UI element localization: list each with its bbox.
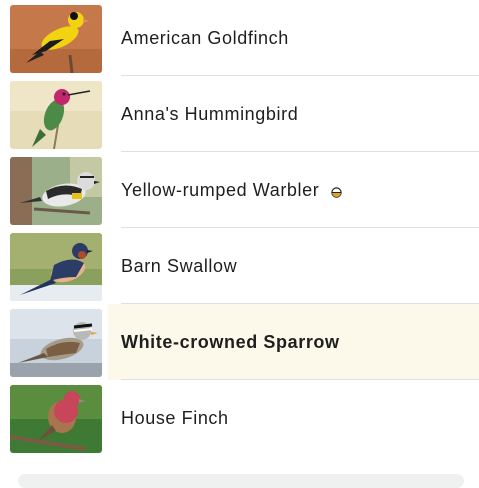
list-item[interactable]: Yellow-rumped Warbler (0, 152, 479, 228)
bottom-bar[interactable] (18, 474, 464, 488)
bird-name: American Goldfinch (121, 27, 289, 48)
list-item-content: White-crowned Sparrow (108, 304, 479, 380)
list-item-content: Anna's Hummingbird (108, 76, 479, 152)
bird-name: Yellow-rumped Warbler (121, 179, 320, 200)
list-item[interactable]: House Finch (0, 380, 479, 456)
list-item[interactable]: Barn Swallow (0, 228, 479, 304)
list-item-content: American Goldfinch (108, 0, 479, 76)
bird-name: White-crowned Sparrow (121, 331, 340, 352)
bird-name: Barn Swallow (121, 255, 238, 276)
house-finch-photo (10, 385, 102, 453)
annas-hummingbird-photo (10, 81, 102, 149)
half-circle-icon (331, 185, 343, 198)
list-item-selected[interactable]: White-crowned Sparrow (0, 304, 479, 380)
list-item-content: Barn Swallow (108, 228, 479, 304)
bird-name: Anna's Hummingbird (121, 103, 299, 124)
list-item-content: Yellow-rumped Warbler (108, 152, 479, 228)
white-crowned-sparrow-photo (10, 309, 102, 377)
bird-name: House Finch (121, 407, 229, 428)
barn-swallow-photo (10, 233, 102, 301)
american-goldfinch-photo (10, 5, 102, 73)
list-item[interactable]: Anna's Hummingbird (0, 76, 479, 152)
bird-list: American Goldfinch Anna's Hummingbird Ye… (0, 0, 479, 456)
list-item[interactable]: American Goldfinch (0, 0, 479, 76)
list-item-content: House Finch (108, 380, 479, 456)
yellow-rumped-warbler-photo (10, 157, 102, 225)
